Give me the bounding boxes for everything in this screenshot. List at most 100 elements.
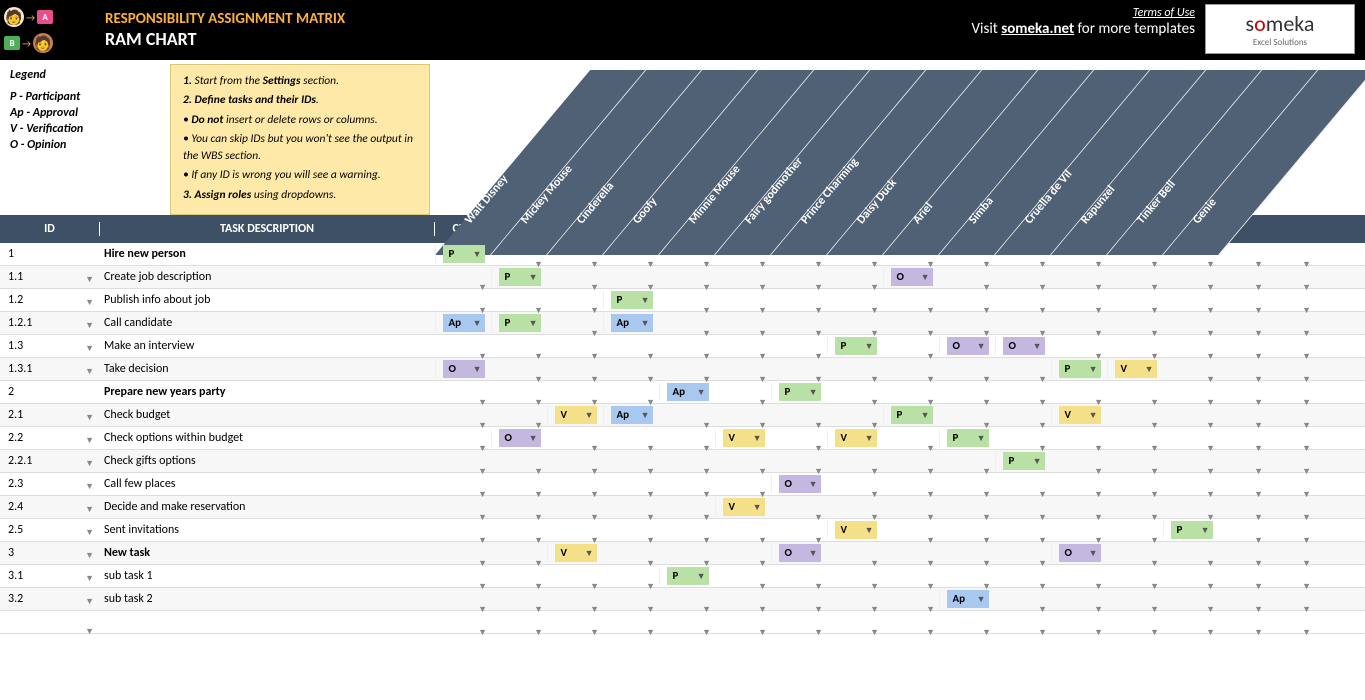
assignment-cell[interactable]: P▼	[995, 452, 1051, 470]
role-tag[interactable]: O▼	[779, 544, 821, 562]
cell-id[interactable]: 3▼	[0, 546, 100, 560]
dropdown-icon[interactable]: ▼	[478, 604, 487, 615]
dropdown-icon[interactable]: ▼	[585, 545, 594, 563]
dropdown-icon[interactable]: ▼	[982, 305, 991, 316]
dropdown-icon[interactable]: ▼	[85, 458, 94, 469]
assignment-cell[interactable]: V▼	[827, 521, 883, 539]
dropdown-icon[interactable]: ▼	[1206, 397, 1215, 408]
dropdown-icon[interactable]: ▼	[1038, 420, 1047, 431]
role-tag[interactable]: P▼	[891, 406, 933, 424]
dropdown-icon[interactable]: ▼	[702, 512, 711, 523]
cell-desc[interactable]: Check options within budget	[100, 431, 435, 445]
dropdown-icon[interactable]: ▼	[590, 581, 599, 592]
dropdown-icon[interactable]: ▼	[1150, 512, 1159, 523]
dropdown-icon[interactable]: ▼	[926, 351, 935, 362]
dropdown-icon[interactable]: ▼	[1038, 282, 1047, 293]
dropdown-icon[interactable]: ▼	[1033, 453, 1042, 471]
role-tag[interactable]: O▼	[947, 337, 989, 355]
dropdown-icon[interactable]: ▼	[646, 259, 655, 270]
dropdown-icon[interactable]: ▼	[1206, 604, 1215, 615]
dropdown-icon[interactable]: ▼	[926, 627, 935, 638]
role-tag[interactable]: O▼	[1003, 337, 1045, 355]
dropdown-icon[interactable]: ▼	[646, 535, 655, 546]
dropdown-icon[interactable]: ▼	[921, 407, 930, 425]
dropdown-icon[interactable]: ▼	[982, 627, 991, 638]
dropdown-icon[interactable]: ▼	[1150, 466, 1159, 477]
cell-desc[interactable]: sub task 2	[100, 592, 435, 606]
dropdown-icon[interactable]: ▼	[1038, 604, 1047, 615]
role-tag[interactable]: Ap▼	[611, 314, 653, 332]
role-tag[interactable]: Ap▼	[947, 590, 989, 608]
assignment-cell[interactable]: Ap▼	[939, 590, 995, 608]
assignment-cell[interactable]: O▼	[1051, 544, 1107, 562]
dropdown-icon[interactable]: ▼	[870, 466, 879, 477]
dropdown-icon[interactable]: ▼	[814, 420, 823, 431]
dropdown-icon[interactable]: ▼	[697, 384, 706, 402]
dropdown-icon[interactable]: ▼	[1094, 328, 1103, 339]
assignment-cell[interactable]: O▼	[491, 429, 547, 447]
dropdown-icon[interactable]: ▼	[702, 305, 711, 316]
dropdown-icon[interactable]: ▼	[1254, 305, 1263, 316]
dropdown-icon[interactable]: ▼	[926, 512, 935, 523]
cell-desc[interactable]: Call few places	[100, 477, 435, 491]
dropdown-icon[interactable]: ▼	[85, 297, 94, 308]
dropdown-icon[interactable]: ▼	[921, 269, 930, 287]
dropdown-icon[interactable]: ▼	[646, 627, 655, 638]
dropdown-icon[interactable]: ▼	[1150, 305, 1159, 316]
assignment-cell[interactable]: P▼	[771, 383, 827, 401]
assignment-cell[interactable]: O▼	[883, 268, 939, 286]
dropdown-icon[interactable]: ▼	[534, 558, 543, 569]
dropdown-icon[interactable]: ▼	[1038, 558, 1047, 569]
dropdown-icon[interactable]: ▼	[982, 512, 991, 523]
dropdown-icon[interactable]: ▼	[1150, 558, 1159, 569]
dropdown-icon[interactable]: ▼	[702, 328, 711, 339]
dropdown-icon[interactable]: ▼	[473, 361, 482, 379]
assignment-cell[interactable]: V▼	[547, 544, 603, 562]
cell-id[interactable]: 1.3▼	[0, 339, 100, 353]
cell-desc[interactable]: Check budget	[100, 408, 435, 422]
cell-desc[interactable]: Call candidate	[100, 316, 435, 330]
dropdown-icon[interactable]: ▼	[85, 550, 94, 561]
dropdown-icon[interactable]: ▼	[870, 259, 879, 270]
dropdown-icon[interactable]: ▼	[478, 535, 487, 546]
role-tag[interactable]: V▼	[723, 498, 765, 516]
dropdown-icon[interactable]: ▼	[646, 351, 655, 362]
dropdown-icon[interactable]: ▼	[534, 397, 543, 408]
dropdown-icon[interactable]: ▼	[814, 443, 823, 454]
dropdown-icon[interactable]: ▼	[590, 374, 599, 385]
role-tag[interactable]: V▼	[835, 429, 877, 447]
dropdown-icon[interactable]: ▼	[85, 343, 94, 354]
dropdown-icon[interactable]: ▼	[478, 581, 487, 592]
dropdown-icon[interactable]: ▼	[814, 604, 823, 615]
role-tag[interactable]: P▼	[779, 383, 821, 401]
dropdown-icon[interactable]: ▼	[1038, 627, 1047, 638]
dropdown-icon[interactable]: ▼	[702, 604, 711, 615]
dropdown-icon[interactable]: ▼	[646, 581, 655, 592]
dropdown-icon[interactable]: ▼	[646, 512, 655, 523]
dropdown-icon[interactable]: ▼	[865, 430, 874, 448]
dropdown-icon[interactable]: ▼	[529, 315, 538, 333]
dropdown-icon[interactable]: ▼	[1302, 512, 1311, 523]
role-tag[interactable]: Ap▼	[667, 383, 709, 401]
assignment-cell[interactable]: V▼	[715, 429, 771, 447]
dropdown-icon[interactable]: ▼	[1206, 305, 1215, 316]
dropdown-icon[interactable]: ▼	[1206, 374, 1215, 385]
dropdown-icon[interactable]: ▼	[1150, 420, 1159, 431]
cell-id[interactable]: 1.3.1▼	[0, 362, 100, 376]
assignment-cell[interactable]: Ap▼	[603, 406, 659, 424]
assignment-cell[interactable]: P▼	[603, 291, 659, 309]
nav-link-b[interactable]: B → 🧑	[4, 32, 81, 54]
dropdown-icon[interactable]: ▼	[758, 305, 767, 316]
dropdown-icon[interactable]: ▼	[529, 430, 538, 448]
dropdown-icon[interactable]: ▼	[1150, 627, 1159, 638]
assignment-cell[interactable]: P▼	[659, 567, 715, 585]
dropdown-icon[interactable]: ▼	[1206, 420, 1215, 431]
dropdown-icon[interactable]: ▼	[641, 407, 650, 425]
dropdown-icon[interactable]: ▼	[1038, 535, 1047, 546]
dropdown-icon[interactable]: ▼	[1038, 512, 1047, 523]
assignment-cell[interactable]: O▼	[995, 337, 1051, 355]
dropdown-icon[interactable]: ▼	[534, 374, 543, 385]
assignment-cell[interactable]: O▼	[939, 337, 995, 355]
dropdown-icon[interactable]: ▼	[758, 466, 767, 477]
dropdown-icon[interactable]: ▼	[646, 374, 655, 385]
